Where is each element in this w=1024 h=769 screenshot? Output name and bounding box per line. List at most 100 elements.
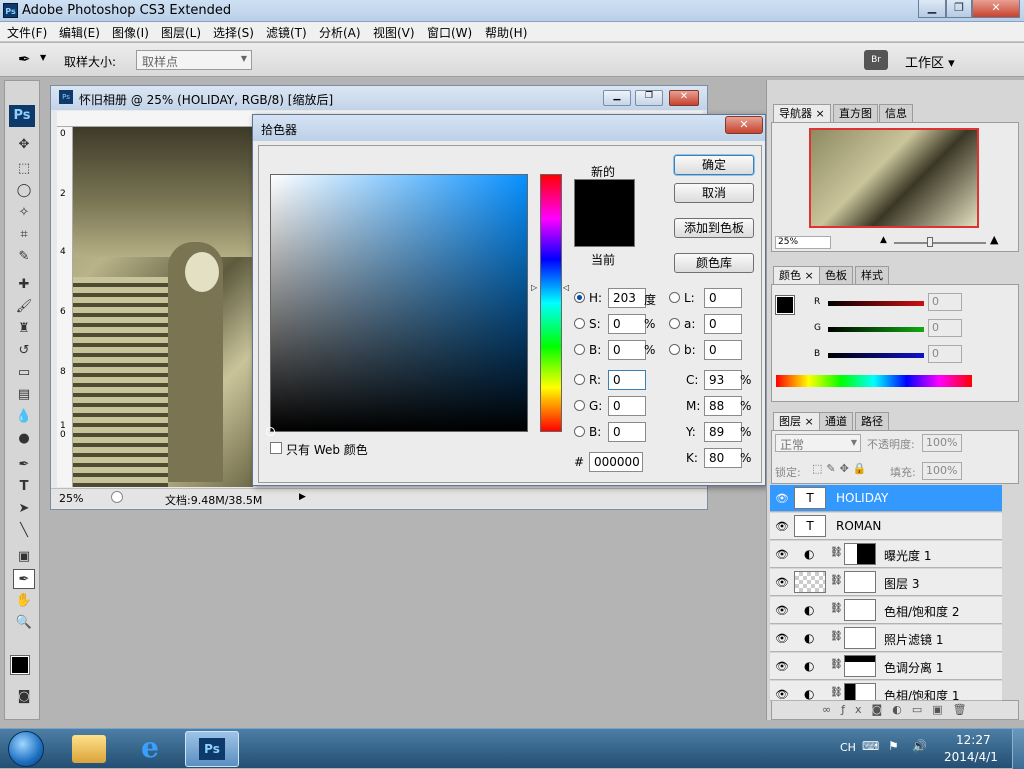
hand-tool-icon[interactable]: ✋ (13, 591, 35, 611)
layer-row[interactable]: 👁 ◐ ⛓ 曝光度 1 (770, 541, 1002, 568)
h-radio[interactable] (574, 292, 585, 303)
layer-row[interactable]: 👁 T HOLIDAY (770, 485, 1002, 512)
eraser-tool-icon[interactable]: ▭ (13, 363, 35, 383)
photoshop-taskbar-button[interactable]: Ps (185, 731, 239, 767)
notes-tool-icon[interactable]: ▣ (13, 547, 35, 567)
internet-explorer-icon[interactable]: e (134, 733, 166, 765)
tab-styles[interactable]: 样式 (855, 266, 889, 284)
visibility-eye-icon[interactable]: 👁 (775, 576, 789, 589)
menu-analysis[interactable]: 分析(A) (319, 24, 361, 41)
menu-help[interactable]: 帮助(H) (485, 24, 527, 41)
zoom-tool-icon[interactable]: 🔍 (13, 613, 35, 633)
layer-row[interactable]: 👁 ◐ ⛓ 色相/饱和度 2 (770, 597, 1002, 624)
layer-row[interactable]: 👁 ◐ ⛓ 照片滤镜 1 (770, 625, 1002, 652)
workspace-button[interactable]: 工作区 ▾ (905, 52, 955, 71)
type-tool-icon[interactable]: T (13, 477, 35, 497)
hue-slider-left-arrow-icon[interactable]: ▷ (531, 283, 537, 292)
k-input[interactable]: 80 (704, 448, 742, 468)
menu-file[interactable]: 文件(F) (7, 24, 47, 41)
tab-histogram[interactable]: 直方图 (833, 104, 878, 122)
zoom-level[interactable]: 25% (59, 492, 83, 505)
opacity-input[interactable]: 100% (922, 434, 962, 452)
clock-date[interactable]: 2014/4/1 (944, 750, 998, 764)
dodge-tool-icon[interactable]: ● (13, 429, 35, 449)
zoom-in-icon[interactable]: ▲ (990, 233, 998, 246)
doc-minimize-button[interactable]: ▁ (603, 90, 631, 106)
menu-filter[interactable]: 滤镜(T) (266, 24, 307, 41)
slice-tool-icon[interactable]: ✎ (13, 247, 35, 267)
tool-preset-chevron-icon[interactable]: ▼ (40, 53, 46, 62)
g-slider[interactable] (828, 327, 924, 332)
tab-swatches[interactable]: 色板 (819, 266, 853, 284)
blend-mode-select[interactable]: 正常 ▼ (775, 434, 861, 452)
menu-layer[interactable]: 图层(L) (161, 24, 201, 41)
cancel-button[interactable]: 取消 (674, 183, 754, 203)
eyedropper-tool-icon[interactable]: ✒ (13, 569, 35, 589)
healing-brush-tool-icon[interactable]: ✚ (13, 275, 35, 295)
visibility-eye-icon[interactable]: 👁 (775, 492, 789, 505)
h-input[interactable]: 203 (608, 288, 646, 308)
picker-close-button[interactable]: ✕ (725, 116, 763, 134)
color-spectrum-bar[interactable] (776, 375, 972, 387)
menu-edit[interactable]: 编辑(E) (59, 24, 100, 41)
bridge-icon[interactable]: Br (864, 50, 888, 70)
rgb-b-radio[interactable] (574, 426, 585, 437)
tab-paths[interactable]: 路径 (855, 412, 889, 430)
language-indicator[interactable]: CH (840, 741, 856, 754)
magic-wand-tool-icon[interactable]: ✧ (13, 203, 35, 223)
lasso-tool-icon[interactable]: ◯ (13, 181, 35, 201)
c-input[interactable]: 93 (704, 370, 742, 390)
y-input[interactable]: 89 (704, 422, 742, 442)
s-input[interactable]: 0 (608, 314, 646, 334)
path-selection-tool-icon[interactable]: ➤ (13, 499, 35, 519)
status-info-icon[interactable] (111, 491, 123, 503)
tab-color[interactable]: 颜色 × (773, 266, 820, 284)
volume-icon[interactable]: 🔊 (912, 739, 927, 753)
gradient-tool-icon[interactable]: ▤ (13, 385, 35, 405)
close-button[interactable]: ✕ (972, 0, 1020, 18)
r-input[interactable]: 0 (608, 370, 646, 390)
r-slider[interactable] (828, 301, 924, 306)
navigator-zoom[interactable]: 25% (775, 236, 831, 249)
layer-row[interactable]: 👁 ⛓ 图层 3 (770, 569, 1002, 596)
rgb-b-input[interactable]: 0 (608, 422, 646, 442)
visibility-eye-icon[interactable]: 👁 (775, 548, 789, 561)
add-to-swatches-button[interactable]: 添加到色板 (674, 218, 754, 238)
maximize-button[interactable]: ❐ (946, 0, 972, 18)
status-menu-arrow-icon[interactable]: ▶ (299, 492, 306, 502)
visibility-eye-icon[interactable]: 👁 (775, 604, 789, 617)
flag-icon[interactable]: ⚑ (888, 739, 899, 753)
move-tool-icon[interactable]: ✥ (13, 135, 35, 155)
layer-row[interactable]: 👁 ◐ ⛓ 色调分离 1 (770, 653, 1002, 680)
visibility-eye-icon[interactable]: 👁 (775, 660, 789, 673)
g-slider-value[interactable]: 0 (928, 319, 962, 337)
b-radio[interactable] (574, 344, 585, 355)
b-slider[interactable] (828, 353, 924, 358)
visibility-eye-icon[interactable]: 👁 (775, 632, 789, 645)
blur-tool-icon[interactable]: 💧 (13, 407, 35, 427)
marquee-tool-icon[interactable]: ⬚ (13, 159, 35, 179)
a-radio[interactable] (669, 318, 680, 329)
pen-tool-icon[interactable]: ✒ (13, 455, 35, 475)
web-colors-checkbox[interactable] (270, 442, 282, 454)
layer-row[interactable]: 👁 T ROMAN (770, 513, 1002, 540)
field-marker[interactable] (266, 427, 275, 436)
visibility-eye-icon[interactable]: 👁 (775, 688, 789, 700)
history-brush-tool-icon[interactable]: ↺ (13, 341, 35, 361)
ok-button[interactable]: 确定 (674, 155, 754, 175)
tab-channels[interactable]: 通道 (819, 412, 853, 430)
color-libraries-button[interactable]: 颜色库 (674, 253, 754, 273)
b-input[interactable]: 0 (608, 340, 646, 360)
canvas-photo[interactable] (73, 127, 253, 487)
layers-footer-icons[interactable]: ∞ƒx◙◐▭▣🗑 (771, 700, 1019, 720)
g-radio[interactable] (574, 400, 585, 411)
b-slider-value[interactable]: 0 (928, 345, 962, 363)
g-input[interactable]: 0 (608, 396, 646, 416)
menu-view[interactable]: 视图(V) (373, 24, 415, 41)
hue-slider-right-arrow-icon[interactable]: ◁ (563, 283, 569, 292)
zoom-slider-track[interactable] (894, 242, 986, 244)
layer-row[interactable]: 👁 ◐ ⛓ 色相/饱和度 1 (770, 681, 1002, 701)
l-radio[interactable] (669, 292, 680, 303)
fill-input[interactable]: 100% (922, 462, 962, 480)
zoom-slider-handle[interactable] (927, 237, 933, 247)
